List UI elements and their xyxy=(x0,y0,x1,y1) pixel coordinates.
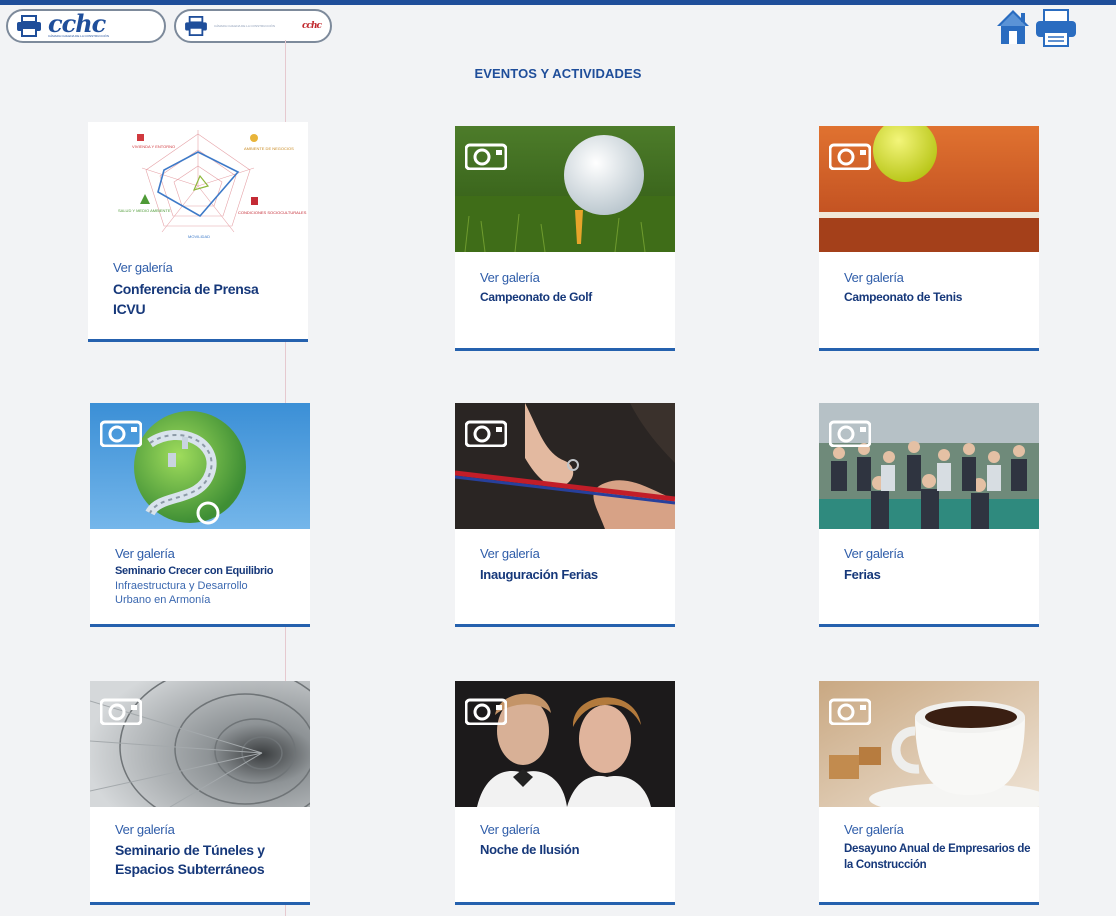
ver-galeria-link[interactable]: Ver galería xyxy=(115,546,175,561)
radar-label-movilidad: MOVILIDAD xyxy=(188,234,210,239)
card-underline xyxy=(90,902,310,905)
event-thumbnail[interactable] xyxy=(90,403,310,529)
cchc-logo: cchc xyxy=(48,9,106,38)
print-cchc-button[interactable]: cchc CÁMARA CHILENA DE LA CONSTRUCCIÓN xyxy=(6,9,166,43)
radar-label-negocios: AMBIENTE DE NEGOCIOS xyxy=(244,146,294,151)
radar-label-vivienda: VIVIENDA Y ENTORNO xyxy=(132,144,175,149)
camera-icon xyxy=(829,420,871,447)
event-card[interactable]: Ver galería Seminario Crecer con Equilib… xyxy=(90,403,310,627)
ver-galeria-link[interactable]: Ver galería xyxy=(480,270,540,285)
card-underline xyxy=(455,902,675,905)
event-card[interactable]: Ver galería Seminario de Túneles y Espac… xyxy=(90,681,310,905)
printer-icon xyxy=(17,15,41,37)
radar-label-salud: SALUD Y MEDIO AMBIENTE xyxy=(118,208,171,213)
camera-icon xyxy=(100,698,142,725)
card-underline xyxy=(819,624,1039,627)
event-name: Noche de Ilusión xyxy=(480,842,580,857)
camera-icon xyxy=(100,420,142,447)
home-button[interactable] xyxy=(995,8,1031,51)
ver-galeria-link[interactable]: Ver galería xyxy=(844,822,904,837)
event-card[interactable]: Ver galería Inauguración Ferias xyxy=(455,403,675,627)
event-thumbnail[interactable] xyxy=(455,681,675,807)
event-thumbnail[interactable] xyxy=(819,126,1039,252)
event-name: Seminario de Túneles y Espacios Subterrá… xyxy=(115,842,265,877)
event-subtitle: Infraestructura y Desarrollo Urbano en A… xyxy=(115,580,248,606)
event-name: Seminario Crecer con Equilibrio xyxy=(115,565,274,577)
event-thumbnail[interactable] xyxy=(90,681,310,807)
page-title: EVENTOS Y ACTIVIDADES xyxy=(474,66,642,81)
card-underline xyxy=(455,348,675,351)
card-underline xyxy=(88,339,308,342)
printer-icon xyxy=(185,16,207,36)
card-underline xyxy=(819,902,1039,905)
event-card[interactable]: Ver galería Noche de Ilusión xyxy=(455,681,675,905)
camera-icon xyxy=(829,143,871,170)
small-cchc-logo: cchc xyxy=(302,21,322,31)
event-name: Ferias xyxy=(844,567,881,582)
ver-galeria-link[interactable]: Ver galería xyxy=(113,260,173,275)
card-underline xyxy=(90,624,310,627)
event-name: Campeonato de Golf xyxy=(480,290,592,304)
radar-label-socioculturales: CONDICIONES SOCIOCULTURALES xyxy=(238,210,307,215)
ver-galeria-link[interactable]: Ver galería xyxy=(480,822,540,837)
event-card[interactable]: Ver galería Desayuno Anual de Empresario… xyxy=(819,681,1039,905)
card-underline xyxy=(455,624,675,627)
printer-icon xyxy=(1036,9,1076,47)
ver-galeria-link[interactable]: Ver galería xyxy=(844,546,904,561)
event-thumbnail[interactable] xyxy=(455,403,675,529)
card-underline xyxy=(819,348,1039,351)
print-logo-tagline: CÁMARA CHILENA DE LA CONSTRUCCIÓN xyxy=(214,24,276,28)
event-thumbnail[interactable] xyxy=(455,126,675,252)
event-card[interactable]: Ver galería Campeonato de Tenis xyxy=(819,126,1039,351)
event-thumbnail[interactable] xyxy=(819,403,1039,529)
radar-chart-image: VIVIENDA Y ENTORNO AMBIENTE DE NEGOCIOS … xyxy=(118,130,307,239)
event-name: Inauguración Ferias xyxy=(480,567,598,582)
event-thumbnail[interactable]: VIVIENDA Y ENTORNO AMBIENTE DE NEGOCIOS … xyxy=(88,122,308,248)
print-button[interactable] xyxy=(1034,8,1078,53)
camera-icon xyxy=(465,698,507,725)
top-accent-line xyxy=(0,0,1116,5)
ver-galeria-link[interactable]: Ver galería xyxy=(480,546,540,561)
event-card[interactable]: Ver galería Campeonato de Golf xyxy=(455,126,675,351)
event-name: Conferencia de Prensa ICVU xyxy=(113,281,259,317)
home-icon xyxy=(997,10,1029,44)
event-name: Campeonato de Tenis xyxy=(844,290,963,304)
camera-icon xyxy=(829,698,871,725)
ver-galeria-link[interactable]: Ver galería xyxy=(844,270,904,285)
logo-tagline: CÁMARA CHILENA DE LA CONSTRUCCIÓN xyxy=(48,34,110,38)
event-card[interactable]: Ver galería Ferias xyxy=(819,403,1039,627)
event-card[interactable]: VIVIENDA Y ENTORNO AMBIENTE DE NEGOCIOS … xyxy=(88,122,308,342)
ver-galeria-link[interactable]: Ver galería xyxy=(115,822,175,837)
print-page-button[interactable]: CÁMARA CHILENA DE LA CONSTRUCCIÓN cchc xyxy=(174,9,332,43)
event-thumbnail[interactable] xyxy=(819,681,1039,807)
camera-icon xyxy=(465,143,507,170)
event-name: Desayuno Anual de Empresarios de la Cons… xyxy=(844,843,1031,871)
camera-icon xyxy=(465,420,507,447)
